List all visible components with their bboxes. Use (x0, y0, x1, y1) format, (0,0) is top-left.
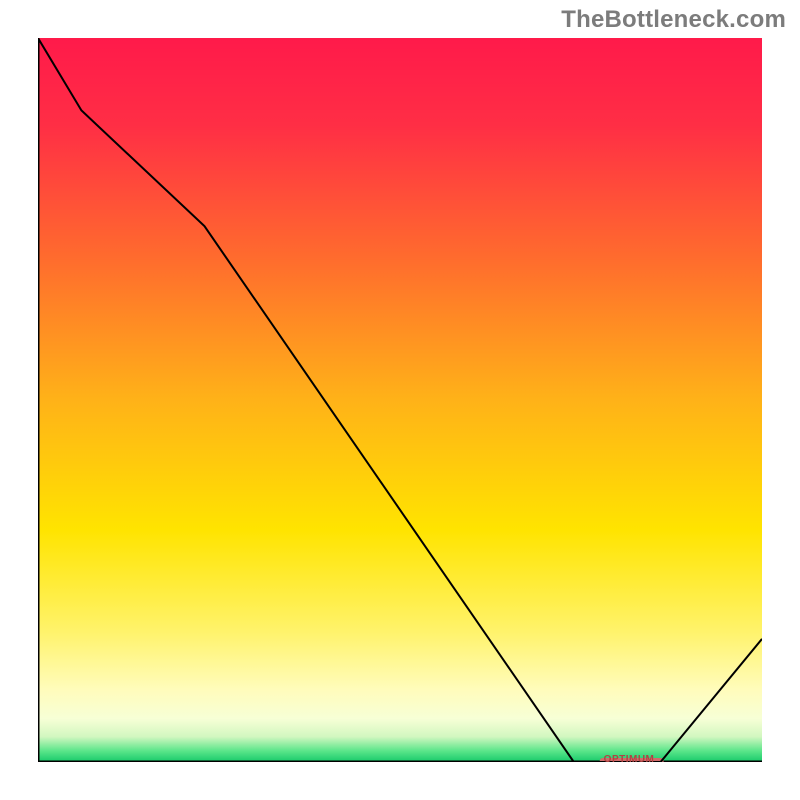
chart-svg (38, 38, 762, 762)
chart-container: TheBottleneck.com OPTIMUM (0, 0, 800, 800)
optimum-label: OPTIMUM (604, 754, 655, 765)
attribution-text: TheBottleneck.com (561, 6, 786, 34)
plot-area: OPTIMUM (38, 38, 762, 762)
gradient-background (38, 38, 762, 762)
